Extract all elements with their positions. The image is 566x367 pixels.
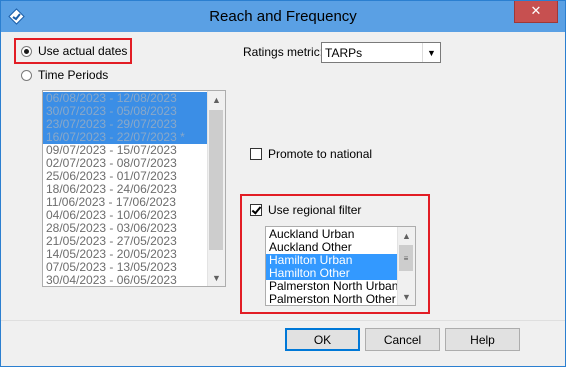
- cancel-button[interactable]: Cancel: [365, 328, 440, 351]
- reach-frequency-dialog: Reach and Frequency ✕ Use actual dates T…: [0, 0, 566, 367]
- radio-use-actual-dates[interactable]: Use actual dates: [21, 44, 127, 58]
- time-periods-list[interactable]: 06/08/2023 - 12/08/2023 30/07/2023 - 05/0…: [42, 90, 226, 287]
- use-regional-filter-checkbox[interactable]: Use regional filter: [250, 203, 361, 217]
- scroll-down-icon[interactable]: ▼: [398, 288, 415, 305]
- help-button[interactable]: Help: [445, 328, 520, 351]
- promote-to-national-checkbox[interactable]: Promote to national: [250, 147, 372, 161]
- button-bar: OK Cancel Help: [1, 321, 565, 366]
- promote-label: Promote to national: [268, 147, 373, 161]
- periods-scrollbar[interactable]: ▲ ▼: [207, 91, 225, 286]
- chevron-down-icon[interactable]: ▼: [422, 43, 440, 62]
- close-icon: ✕: [530, 4, 542, 19]
- ratings-metric-dropdown[interactable]: TARPs ▼: [321, 42, 441, 63]
- regions-scroll-thumb[interactable]: ≡: [399, 245, 413, 271]
- period-list-item[interactable]: 30/04/2023 - 06/05/2023: [43, 274, 208, 287]
- radio-label-actual-dates: Use actual dates: [38, 44, 128, 58]
- radio-time-periods[interactable]: Time Periods: [21, 68, 108, 82]
- radio-label-time-periods: Time Periods: [38, 68, 109, 82]
- region-list-item[interactable]: Palmerston North Other: [266, 293, 398, 306]
- close-button[interactable]: ✕: [514, 1, 558, 23]
- radio-indicator-actual-dates[interactable]: [21, 45, 32, 57]
- dialog-title: Reach and Frequency: [209, 8, 357, 25]
- scroll-down-icon[interactable]: ▼: [208, 269, 225, 286]
- ok-button[interactable]: OK: [285, 328, 360, 351]
- regional-checkbox-box[interactable]: [250, 204, 262, 216]
- regions-list[interactable]: Auckland Urban Auckland Other Hamilton Urb…: [265, 226, 416, 306]
- promote-checkbox-box[interactable]: [250, 148, 262, 160]
- periods-scroll-thumb[interactable]: [209, 110, 223, 250]
- radio-indicator-time-periods[interactable]: [21, 69, 32, 81]
- regions-scrollbar[interactable]: ▲ ≡ ▼: [397, 227, 415, 305]
- scroll-up-icon[interactable]: ▲: [398, 227, 415, 244]
- title-bar[interactable]: Reach and Frequency ✕: [1, 1, 565, 32]
- scroll-up-icon[interactable]: ▲: [208, 91, 225, 108]
- regional-filter-label: Use regional filter: [268, 203, 362, 217]
- ratings-metric-value: TARPs: [325, 45, 363, 60]
- ratings-metric-label: Ratings metric:: [243, 45, 324, 59]
